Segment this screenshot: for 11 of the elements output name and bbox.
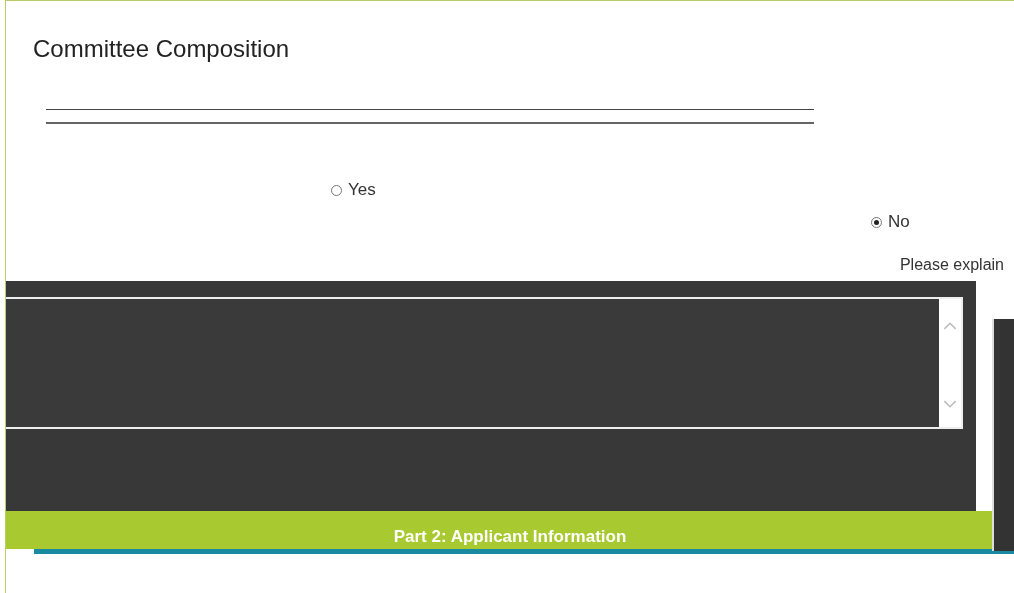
- radio-button[interactable]: [871, 216, 882, 228]
- section-heading: Part 2: Applicant Information: [393, 527, 627, 548]
- answer-box[interactable]: [6, 297, 963, 429]
- radio-option[interactable]: No: [871, 206, 910, 238]
- section-title: Committee Composition: [32, 34, 291, 64]
- scroll-up-icon[interactable]: [943, 321, 957, 330]
- scrollbar[interactable]: [939, 299, 961, 427]
- radio-button[interactable]: [331, 184, 342, 196]
- field-label: Please explain: [899, 256, 1004, 275]
- radio-option[interactable]: Yes: [331, 174, 376, 206]
- scroll-down-icon[interactable]: [943, 400, 957, 409]
